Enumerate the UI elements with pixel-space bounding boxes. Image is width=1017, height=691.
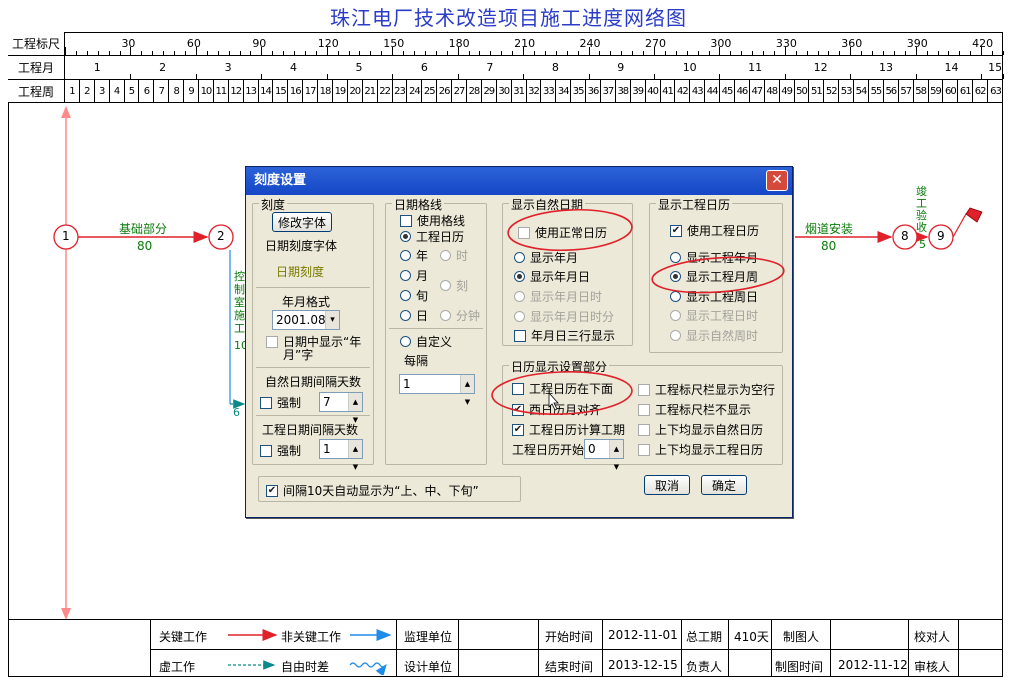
node-9-label: 9 — [937, 229, 945, 243]
scale-settings-dialog: 刻度设置 ✕ 刻度 修改字体 日期刻度字体 日期刻度 年月格式 2001.08 … — [245, 166, 793, 518]
task-1-2-name: 基础部分 — [119, 222, 168, 236]
total-duration-value: 410天 — [734, 630, 769, 644]
draw-time-value: 2012-11-12 — [838, 658, 908, 672]
responsible-label: 负责人 — [686, 660, 723, 674]
legend-dummy: 虚工作 — [159, 660, 196, 674]
mouse-cursor-icon — [548, 391, 559, 411]
task-8-9-name: 烟道安装 — [805, 222, 854, 236]
supervision-unit-label: 监理单位 — [404, 630, 453, 644]
divider — [958, 620, 959, 677]
proofreader-label: 校对人 — [914, 630, 951, 644]
end-time-label: 结束时间 — [545, 660, 594, 674]
divider — [538, 620, 539, 677]
task-1-2-duration: 80 — [137, 239, 153, 253]
legend-critical: 关键工作 — [159, 630, 208, 644]
finish-flag-pole — [952, 213, 967, 238]
total-duration-label: 总工期 — [686, 630, 723, 644]
start-time-label: 开始时间 — [545, 630, 594, 644]
divider — [458, 620, 459, 677]
divider — [908, 620, 909, 677]
drawer-label: 制图人 — [783, 630, 820, 644]
task-8-9-duration: 80 — [821, 239, 837, 253]
draw-time-label: 制图时间 — [775, 660, 824, 674]
reviewer-label: 审核人 — [914, 660, 951, 674]
divider — [602, 620, 603, 677]
legend-free-float: 自由时差 — [281, 660, 330, 674]
divider — [150, 649, 1003, 650]
time-marker-top-arrow — [61, 106, 71, 118]
node-8-label: 8 — [901, 229, 909, 243]
noncritical-arrow-sample — [350, 629, 392, 641]
finish-flag-icon — [965, 207, 983, 223]
dummy-arrow-sample — [228, 660, 276, 670]
design-unit-label: 设计单位 — [404, 660, 453, 674]
divider — [681, 620, 682, 677]
divider — [830, 620, 831, 677]
node-2-label: 2 — [217, 229, 225, 243]
start-time-value: 2012-11-01 — [608, 628, 678, 642]
float-label: 6 — [233, 406, 240, 419]
divider — [150, 620, 151, 677]
finish-name: 竣工验收 — [916, 185, 927, 234]
finish-duration: 5 — [919, 238, 926, 251]
free-float-wave-sample — [349, 662, 387, 675]
divider — [771, 620, 772, 677]
legend-noncritical: 非关键工作 — [281, 630, 342, 644]
end-time-value: 2013-12-15 — [608, 658, 678, 672]
divider — [728, 620, 729, 677]
node-1-label: 1 — [62, 229, 70, 243]
legend-table: 关键工作 非关键工作 虚工作 自由时差 监理单位 设计单位 开始时间 结束时间 … — [8, 619, 1003, 677]
